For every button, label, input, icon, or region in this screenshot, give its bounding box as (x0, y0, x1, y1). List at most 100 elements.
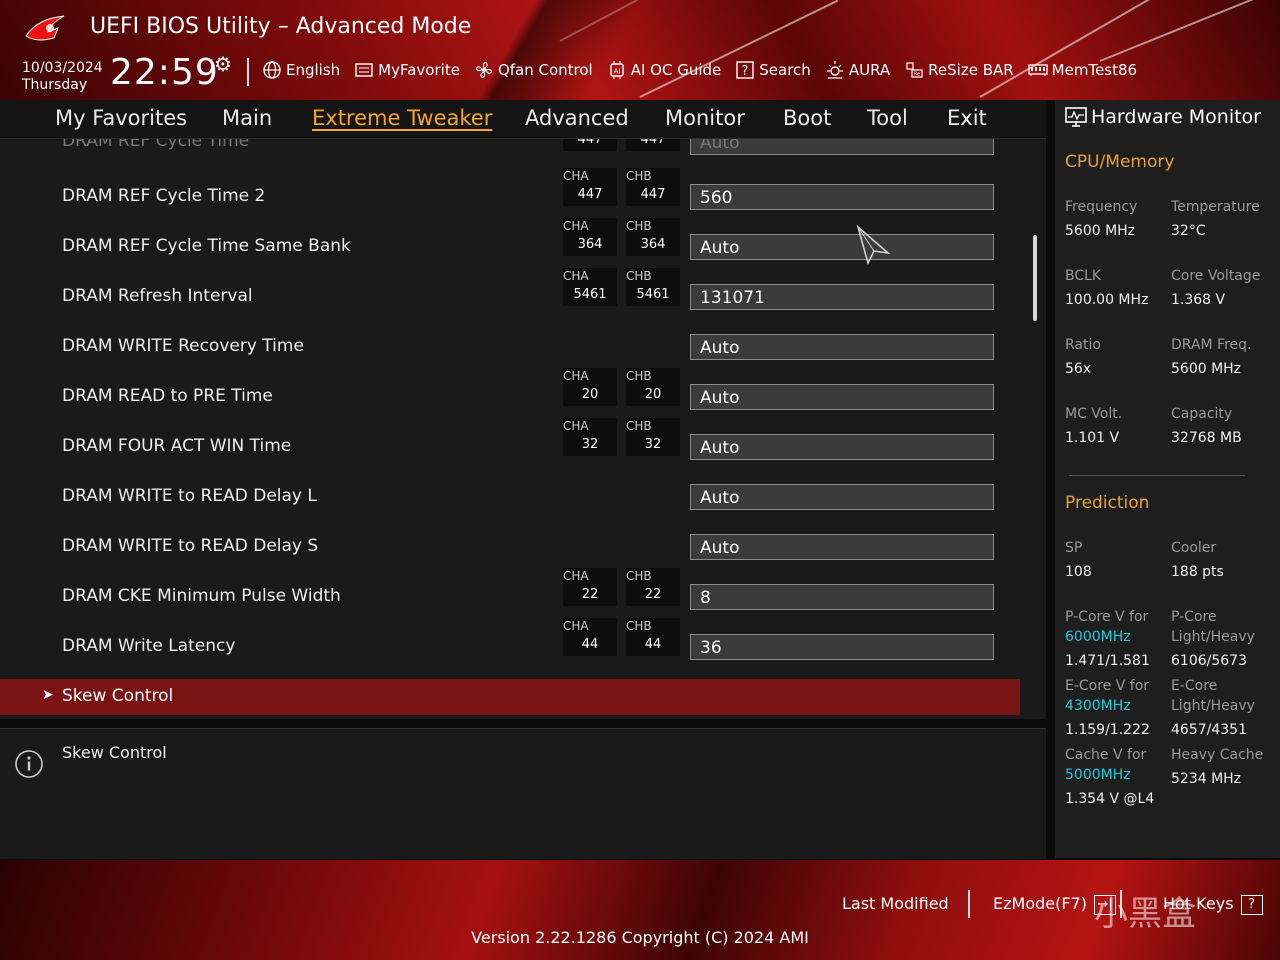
channel-header: CHA (563, 169, 589, 183)
footer-bar: Last Modified EzMode(F7) →| Hot Keys ? 小… (0, 860, 1280, 960)
bclk-value: 100.00 MHz (1065, 292, 1149, 308)
channel-chb-readout: CHB 32 (626, 418, 680, 456)
tab-extreme-tweaker[interactable]: Extreme Tweaker (312, 106, 492, 130)
channel-header: CHB (626, 619, 652, 633)
setting-label: DRAM WRITE to READ Delay S (62, 536, 319, 556)
setting-value-field[interactable]: Auto (690, 234, 994, 260)
memtest-button[interactable]: MemTest86 (1028, 60, 1137, 80)
setting-row[interactable]: DRAM CKE Minimum Pulse Width CHA 22 CHB 22 8 (0, 568, 1020, 622)
setting-row[interactable]: DRAM WRITE to READ Delay S Auto (0, 522, 1020, 572)
clock-settings-gear-icon[interactable]: ⚙ (214, 52, 232, 76)
channel-cha-readout: CHA 447 (563, 168, 617, 206)
channel-header: CHB (626, 269, 652, 283)
resize-bar-button[interactable]: Re ReSize BAR (904, 60, 1014, 80)
setting-row[interactable]: DRAM REF Cycle Time CHA447 CHB447 Auto (0, 139, 1020, 167)
setting-value-field[interactable]: Auto (690, 534, 994, 560)
search-help-icon: ? (735, 60, 755, 80)
channel-cha-readout: CHA447 (563, 139, 617, 151)
channel-cha-readout: CHA 22 (563, 568, 617, 606)
last-modified-button[interactable]: Last Modified (842, 894, 949, 913)
tab-my-favorites[interactable]: My Favorites (55, 106, 187, 130)
resize-bar-label: ReSize BAR (928, 61, 1014, 79)
help-text: Skew Control (62, 743, 167, 762)
channel-header: CHB (626, 219, 652, 233)
setting-value-field[interactable]: 131071 (690, 284, 994, 310)
setting-value-field[interactable]: Auto (690, 434, 994, 460)
channel-value: 447 (577, 139, 603, 147)
skew-control-label: Skew Control (62, 686, 174, 706)
channel-chb-readout: CHB 364 (626, 218, 680, 256)
top-header: UEFI BIOS Utility – Advanced Mode 10/03/… (0, 0, 1280, 100)
setting-value-field[interactable]: Auto (690, 484, 994, 510)
tab-monitor[interactable]: Monitor (665, 106, 745, 130)
header-divider (247, 58, 249, 86)
pcore-lh-label-1: P-Core (1171, 609, 1217, 625)
hardware-monitor-title: Hardware Monitor (1065, 106, 1261, 128)
channel-header: CHB (626, 419, 652, 433)
setting-row[interactable]: DRAM READ to PRE Time CHA 20 CHB 20 Auto (0, 368, 1020, 422)
memtest-label: MemTest86 (1051, 61, 1138, 79)
tab-exit[interactable]: Exit (947, 106, 987, 130)
prediction-section-title: Prediction (1065, 493, 1150, 513)
setting-value-field[interactable]: 560 (690, 184, 994, 210)
setting-row[interactable]: DRAM WRITE to READ Delay L Auto (0, 472, 1020, 522)
skew-control-submenu[interactable]: ➤ Skew Control (0, 679, 1020, 715)
aura-light-icon (825, 60, 845, 80)
sp-value: 108 (1065, 564, 1092, 580)
app-title: UEFI BIOS Utility – Advanced Mode (90, 14, 472, 39)
dram-freq-label: DRAM Freq. (1171, 337, 1252, 353)
heavy-cache-value: 5234 MHz (1171, 771, 1242, 787)
qfan-control-button[interactable]: Qfan Control (474, 60, 593, 80)
channel-value: 22 (581, 587, 599, 602)
setting-row[interactable]: DRAM REF Cycle Time 2 CHA 447 CHB 447 560 (0, 168, 1020, 222)
language-button[interactable]: English (262, 60, 340, 80)
channel-header: CHB (626, 569, 652, 583)
setting-value-field[interactable]: 8 (690, 584, 994, 610)
favorite-list-icon (354, 60, 374, 80)
search-label: Search (759, 61, 811, 79)
aura-button[interactable]: AURA (825, 60, 890, 80)
setting-row[interactable]: DRAM FOUR ACT WIN Time CHA 32 CHB 32 Auto (0, 418, 1020, 472)
core-voltage-value: 1.368 V (1171, 292, 1226, 308)
setting-label: DRAM Write Latency (62, 636, 236, 656)
setting-row[interactable]: DRAM Refresh Interval CHA 5461 CHB 5461 13107… (0, 268, 1020, 322)
channel-cha-readout: CHA 364 (563, 218, 617, 256)
channel-chb-readout: CHB 5461 (626, 268, 680, 306)
channel-value: 32 (581, 437, 599, 452)
setting-label: DRAM CKE Minimum Pulse Width (62, 586, 341, 606)
myfavorite-button[interactable]: MyFavorite (354, 60, 460, 80)
tab-tool[interactable]: Tool (867, 106, 908, 130)
settings-scrollbar[interactable] (1033, 235, 1037, 321)
tab-main[interactable]: Main (222, 106, 272, 130)
channel-value: 22 (644, 587, 662, 602)
setting-row[interactable]: DRAM Write Latency CHA 44 CHB 44 36 (0, 618, 1020, 672)
channel-chb-readout: CHB 44 (626, 618, 680, 656)
channel-value: 20 (581, 387, 599, 402)
clock-display[interactable]: 22:59 (110, 52, 219, 93)
hardware-monitor-panel: Hardware Monitor CPU/Memory Frequency 56… (1055, 100, 1280, 858)
pcore-v-label: P-Core V for 6000MHz (1065, 607, 1148, 647)
setting-value-field[interactable]: 36 (690, 634, 994, 660)
mc-volt-label: MC Volt. (1065, 406, 1123, 422)
main-tabs: My Favorites Main Extreme Tweaker Advanc… (0, 100, 1046, 139)
ezmode-label: EzMode(F7) (993, 894, 1087, 913)
tab-boot[interactable]: Boot (783, 106, 831, 130)
channel-value: 447 (577, 187, 603, 202)
setting-value-field[interactable]: Auto (690, 384, 994, 410)
pcore-lh-value: 6106/5673 (1171, 653, 1247, 669)
search-button[interactable]: ? Search (735, 60, 811, 80)
resize-bar-icon: Re (904, 60, 924, 80)
channel-value: 20 (644, 387, 662, 402)
channel-header: CHA (563, 269, 589, 283)
ai-oc-guide-button[interactable]: AI AI OC Guide (607, 60, 721, 80)
language-label: English (286, 61, 341, 79)
temperature-label: Temperature (1171, 199, 1260, 215)
bclk-label: BCLK (1065, 268, 1102, 284)
setting-value-field[interactable]: Auto (690, 139, 994, 155)
channel-header: CHA (563, 619, 589, 633)
setting-row[interactable]: DRAM WRITE Recovery Time Auto (0, 322, 1020, 372)
tab-advanced[interactable]: Advanced (525, 106, 629, 130)
ratio-value: 56x (1065, 361, 1092, 377)
setting-value-field[interactable]: Auto (690, 334, 994, 360)
ai-chip-icon: AI (607, 60, 627, 80)
